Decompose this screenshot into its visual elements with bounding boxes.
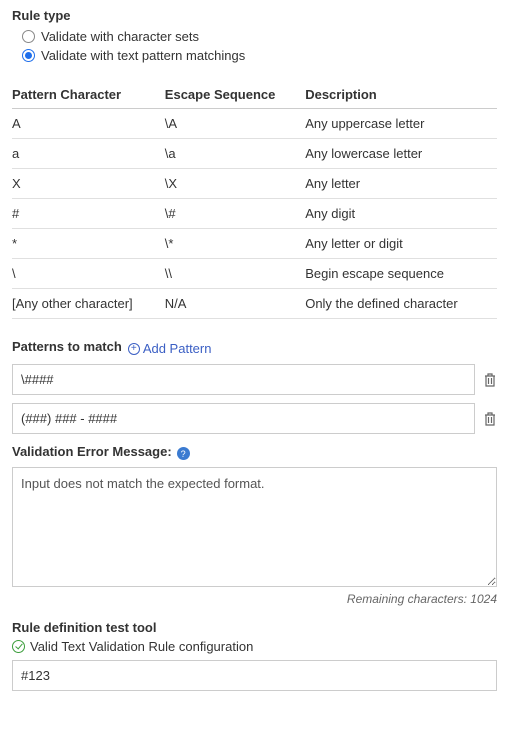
trash-icon[interactable] <box>483 372 497 388</box>
table-cell: \X <box>165 169 305 199</box>
table-row: #\#Any digit <box>12 199 497 229</box>
validation-error-message-label: Validation Error Message: <box>12 444 172 459</box>
col-description: Description <box>305 81 497 109</box>
check-circle-icon <box>12 640 25 653</box>
pattern-row <box>12 403 497 434</box>
test-input[interactable] <box>12 660 497 691</box>
test-status-text: Valid Text Validation Rule configuration <box>30 639 253 654</box>
pattern-input[interactable] <box>12 364 475 395</box>
pattern-character-table: Pattern Character Escape Sequence Descri… <box>12 81 497 319</box>
col-pattern-character: Pattern Character <box>12 81 165 109</box>
table-row: *\*Any letter or digit <box>12 229 497 259</box>
patterns-to-match-label: Patterns to match <box>12 339 122 354</box>
table-cell: Any letter or digit <box>305 229 497 259</box>
table-cell: \\ <box>165 259 305 289</box>
trash-icon[interactable] <box>483 411 497 427</box>
pattern-input[interactable] <box>12 403 475 434</box>
help-icon[interactable]: ? <box>177 447 190 460</box>
table-cell: X <box>12 169 165 199</box>
table-cell: \a <box>165 139 305 169</box>
table-cell: # <box>12 199 165 229</box>
table-cell: N/A <box>165 289 305 319</box>
table-cell: \* <box>165 229 305 259</box>
radio-label: Validate with character sets <box>41 29 199 44</box>
pattern-row <box>12 364 497 395</box>
table-cell: Any digit <box>305 199 497 229</box>
add-pattern-text: Add Pattern <box>143 341 212 356</box>
test-tool-label: Rule definition test tool <box>12 620 497 635</box>
table-cell: \ <box>12 259 165 289</box>
validation-error-message-textarea[interactable] <box>12 467 497 587</box>
table-cell: * <box>12 229 165 259</box>
table-row: X\XAny letter <box>12 169 497 199</box>
table-cell: Any lowercase letter <box>305 139 497 169</box>
radio-icon <box>22 30 35 43</box>
table-row: [Any other character]N/AOnly the defined… <box>12 289 497 319</box>
table-cell: \A <box>165 109 305 139</box>
radio-label: Validate with text pattern matchings <box>41 48 245 63</box>
table-cell: Any letter <box>305 169 497 199</box>
rule-type-radio-group: Validate with character sets Validate wi… <box>22 27 497 65</box>
radio-validate-text-pattern[interactable]: Validate with text pattern matchings <box>22 46 497 65</box>
table-cell: \# <box>165 199 305 229</box>
table-row: A\AAny uppercase letter <box>12 109 497 139</box>
table-row: a\aAny lowercase letter <box>12 139 497 169</box>
table-cell: A <box>12 109 165 139</box>
remaining-characters: Remaining characters: 1024 <box>12 592 497 606</box>
table-cell: Any uppercase letter <box>305 109 497 139</box>
rule-type-label: Rule type <box>12 8 497 23</box>
radio-icon <box>22 49 35 62</box>
table-cell: Only the defined character <box>305 289 497 319</box>
add-pattern-link[interactable]: + Add Pattern <box>128 341 212 356</box>
table-cell: a <box>12 139 165 169</box>
col-escape-sequence: Escape Sequence <box>165 81 305 109</box>
table-cell: Begin escape sequence <box>305 259 497 289</box>
radio-validate-char-sets[interactable]: Validate with character sets <box>22 27 497 46</box>
table-row: \\\Begin escape sequence <box>12 259 497 289</box>
plus-circle-icon: + <box>128 343 140 355</box>
table-cell: [Any other character] <box>12 289 165 319</box>
